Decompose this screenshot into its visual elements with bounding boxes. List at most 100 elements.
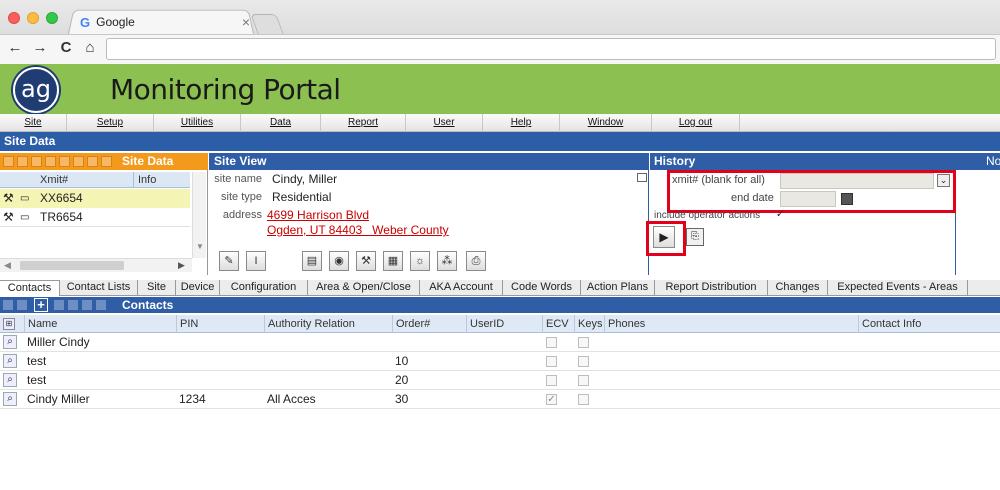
- menu-window[interactable]: Window: [560, 114, 652, 132]
- tab-expected-events-areas[interactable]: Expected Events - Areas: [828, 280, 968, 296]
- calculator-button[interactable]: ▦: [383, 251, 403, 271]
- view-contact-icon[interactable]: ⌕: [3, 373, 17, 387]
- keys-checkbox[interactable]: [578, 375, 589, 386]
- ecv-checkbox[interactable]: ✓: [546, 394, 557, 405]
- tab-overflow[interactable]: [968, 280, 1000, 296]
- save-icon[interactable]: [59, 156, 70, 167]
- menu-report[interactable]: Report: [321, 114, 406, 132]
- minimize-window-button[interactable]: [27, 12, 39, 24]
- tab-report-distribution[interactable]: Report Distribution: [655, 280, 768, 296]
- maximize-window-button[interactable]: [46, 12, 58, 24]
- refresh-icon[interactable]: [101, 156, 112, 167]
- tools-icon[interactable]: ⚒: [3, 189, 14, 208]
- menu-help[interactable]: Help: [483, 114, 560, 132]
- tab-code-words[interactable]: Code Words: [503, 280, 581, 296]
- note-icon[interactable]: ▭: [20, 208, 29, 227]
- tab-device[interactable]: Device: [176, 280, 220, 296]
- tools-icon[interactable]: ⚒: [3, 208, 14, 227]
- col-authority-relation[interactable]: Authority Relation: [264, 315, 392, 333]
- tools-button[interactable]: ⚒: [356, 251, 376, 271]
- table-row[interactable]: ⌕ Cindy Miller 1234 All Acces 30 ✓: [0, 390, 1000, 409]
- note-icon[interactable]: ▭: [20, 189, 29, 208]
- col-userid[interactable]: UserID: [466, 315, 542, 333]
- tab-contacts[interactable]: Contacts: [0, 280, 60, 296]
- ecv-checkbox[interactable]: [546, 337, 557, 348]
- vertical-scrollbar[interactable]: ▼: [192, 172, 206, 258]
- menu-data[interactable]: Data: [241, 114, 321, 132]
- view-contact-icon[interactable]: ⌕: [3, 354, 17, 368]
- close-window-button[interactable]: [8, 12, 20, 24]
- add-icon[interactable]: [31, 156, 42, 167]
- col-xmit[interactable]: Xmit#: [40, 174, 68, 186]
- table-row[interactable]: ⌕ Miller Cindy: [0, 333, 1000, 352]
- menu-logout[interactable]: Log out: [652, 114, 740, 132]
- tab-area-open-close[interactable]: Area & Open/Close: [308, 280, 420, 296]
- col-pin[interactable]: PIN: [176, 315, 264, 333]
- col-ecv[interactable]: ECV: [542, 315, 574, 333]
- ecv-checkbox[interactable]: [546, 375, 557, 386]
- forward-arrow-icon[interactable]: →: [31, 39, 49, 57]
- include-operator-checkbox[interactable]: ✓: [776, 209, 784, 220]
- table-row[interactable]: ⌕ test 20: [0, 371, 1000, 390]
- tab-site[interactable]: Site: [138, 280, 176, 296]
- fingerprint-button[interactable]: ◉: [329, 251, 349, 271]
- column-chooser-icon[interactable]: ⊞: [3, 318, 15, 330]
- printer-button[interactable]: ⎙: [466, 251, 486, 271]
- keys-checkbox[interactable]: [578, 337, 589, 348]
- col-name[interactable]: Name: [24, 315, 176, 333]
- tab-close-icon[interactable]: ×: [242, 14, 250, 30]
- expand-icon[interactable]: [637, 173, 647, 182]
- col-contact-info[interactable]: Contact Info: [858, 315, 1000, 333]
- horizontal-scrollbar[interactable]: ◀ ▶: [0, 258, 192, 272]
- col-keys[interactable]: Keys: [574, 315, 604, 333]
- address-line2-link[interactable]: Ogden, UT 84403 Weber County: [267, 223, 449, 237]
- col-phones[interactable]: Phones: [604, 315, 858, 333]
- copy-icon[interactable]: [45, 156, 56, 167]
- copy-icon[interactable]: [54, 300, 64, 310]
- address-bar[interactable]: [106, 38, 996, 60]
- delete-icon[interactable]: [82, 300, 92, 310]
- delete-icon[interactable]: [73, 156, 84, 167]
- edit-icon[interactable]: [17, 156, 28, 167]
- note-button[interactable]: ✎: [219, 251, 239, 271]
- site-row[interactable]: ⚒ ▭ TR6654: [0, 208, 190, 227]
- tab-configuration[interactable]: Configuration: [220, 280, 308, 296]
- site-row[interactable]: ⚒ ▭ XX6654: [0, 189, 190, 208]
- reload-icon[interactable]: C: [57, 39, 75, 57]
- address-line1-link[interactable]: 4699 Harrison Blvd: [267, 208, 369, 222]
- view-contact-icon[interactable]: ⌕: [3, 335, 17, 349]
- keys-checkbox[interactable]: [578, 356, 589, 367]
- menu-site[interactable]: Site: [0, 114, 67, 132]
- undo-icon[interactable]: [87, 156, 98, 167]
- tab-changes[interactable]: Changes: [768, 280, 828, 296]
- col-info[interactable]: Info: [133, 172, 156, 188]
- menu-user[interactable]: User: [406, 114, 483, 132]
- table-row[interactable]: ⌕ test 10: [0, 352, 1000, 371]
- tab-action-plans[interactable]: Action Plans: [581, 280, 655, 296]
- alarm-button[interactable]: ☼: [410, 251, 430, 271]
- scroll-thumb[interactable]: [20, 261, 124, 270]
- grid-icon[interactable]: [3, 156, 14, 167]
- tab-aka-account[interactable]: AKA Account: [420, 280, 503, 296]
- add-contact-icon[interactable]: +: [34, 298, 48, 312]
- ecv-checkbox[interactable]: [546, 356, 557, 367]
- browser-tab-content[interactable]: G Google ×: [80, 13, 250, 31]
- view-contact-icon[interactable]: ⌕: [3, 392, 17, 406]
- menu-utilities[interactable]: Utilities: [154, 114, 241, 132]
- export-icon[interactable]: ⎘: [686, 228, 704, 246]
- scroll-down-icon[interactable]: ▼: [196, 242, 204, 251]
- document-button[interactable]: ▤: [302, 251, 322, 271]
- col-order[interactable]: Order#: [392, 315, 466, 333]
- tab-contact-lists[interactable]: Contact Lists: [60, 280, 138, 296]
- scroll-left-icon[interactable]: ◀: [4, 260, 11, 271]
- scroll-right-icon[interactable]: ▶: [178, 260, 185, 271]
- menu-setup[interactable]: Setup: [67, 114, 154, 132]
- back-arrow-icon[interactable]: ←: [6, 39, 24, 57]
- keys-checkbox[interactable]: [578, 394, 589, 405]
- network-button[interactable]: ⁂: [437, 251, 457, 271]
- undo-icon[interactable]: [96, 300, 106, 310]
- grid-icon[interactable]: [3, 300, 13, 310]
- save-icon[interactable]: [68, 300, 78, 310]
- text-button[interactable]: I: [246, 251, 266, 271]
- edit-icon[interactable]: [17, 300, 27, 310]
